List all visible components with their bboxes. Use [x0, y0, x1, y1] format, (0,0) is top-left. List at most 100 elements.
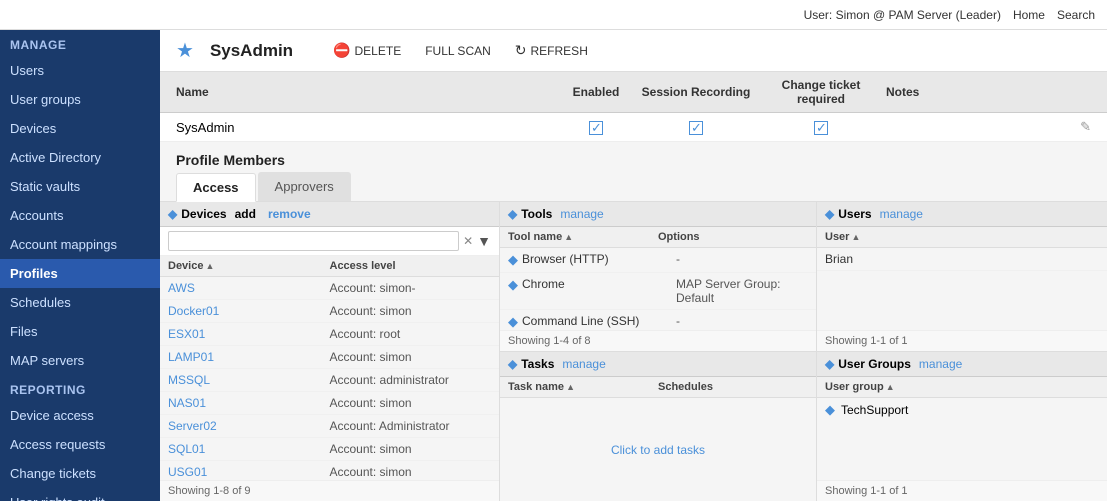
tool-chrome-options: MAP Server Group: Default	[676, 277, 808, 305]
refresh-button[interactable]: ↻ REFRESH	[511, 40, 592, 61]
col-name: Name	[176, 85, 556, 99]
user-groups-list: ◆ TechSupport	[817, 398, 1107, 480]
device-name-docker01[interactable]: Docker01	[168, 304, 330, 318]
user-groups-panel-header: ◆ User Groups manage	[817, 352, 1107, 377]
tools-manage-link[interactable]: manage	[560, 207, 603, 221]
device-name-esx01[interactable]: ESX01	[168, 327, 330, 341]
col-device[interactable]: Device ▲	[168, 260, 330, 272]
top-bar: User: Simon @ PAM Server (Leader) Home S…	[0, 0, 1107, 30]
user-row-brian: Brian	[817, 248, 1107, 271]
col-task-name[interactable]: Task name ▲	[508, 381, 658, 393]
tools-list: ◆ Browser (HTTP) - ◆ Chrome MAP Server G…	[500, 248, 816, 330]
tool-sort-icon: ▲	[564, 232, 573, 242]
enabled-checkbox[interactable]	[589, 121, 603, 135]
user-groups-title: User Groups	[838, 357, 911, 371]
tool-ssh-name: Command Line (SSH)	[522, 314, 672, 330]
users-manage-link[interactable]: manage	[880, 207, 923, 221]
device-name-mssql[interactable]: MSSQL	[168, 373, 330, 387]
full-scan-button[interactable]: FULL SCAN	[421, 42, 495, 60]
users-icon: ◆	[825, 207, 834, 221]
device-name-server02[interactable]: Server02	[168, 419, 330, 433]
sidebar-item-static-vaults[interactable]: Static vaults	[0, 172, 160, 201]
tab-approvers[interactable]: Approvers	[258, 172, 351, 201]
device-name-aws[interactable]: AWS	[168, 281, 330, 295]
device-name-nas01[interactable]: NAS01	[168, 396, 330, 410]
device-row-nas01: NAS01 Account: simon	[160, 392, 499, 415]
device-row-sql01: SQL01 Account: simon	[160, 438, 499, 461]
col-enabled: Enabled	[556, 85, 636, 99]
header-actions: ⛔ DELETE FULL SCAN ↻ REFRESH	[329, 40, 592, 61]
row-session	[636, 119, 756, 135]
user-group-sort-icon: ▲	[886, 382, 895, 392]
col-user-group[interactable]: User group ▲	[825, 381, 1099, 393]
user-groups-footer: Showing 1-1 of 1	[817, 480, 1107, 501]
sidebar-item-map-servers[interactable]: MAP servers	[0, 346, 160, 375]
tools-icon: ◆	[508, 207, 517, 221]
devices-panel: ◆ Devices add remove ✕ ▼ Device ▲	[160, 202, 500, 501]
col-access[interactable]: Access level	[330, 260, 492, 272]
device-access-nas01: Account: simon	[330, 396, 492, 410]
sysadmin-row: SysAdmin ✎	[160, 113, 1107, 142]
edit-icon[interactable]: ✎	[1080, 119, 1091, 135]
tool-chrome-name: Chrome	[522, 277, 672, 305]
row-enabled	[556, 119, 636, 135]
add-link[interactable]: add	[235, 207, 256, 221]
tool-browser-name: Browser (HTTP)	[522, 252, 672, 268]
sidebar-item-account-mappings[interactable]: Account mappings	[0, 230, 160, 259]
devices-panel-title: Devices	[181, 207, 226, 221]
device-access-server02: Account: Administrator	[330, 419, 492, 433]
col-options[interactable]: Options	[658, 231, 808, 243]
user-group-techsupport: TechSupport	[841, 403, 908, 417]
device-name-lamp01[interactable]: LAMP01	[168, 350, 330, 364]
remove-link[interactable]: remove	[268, 207, 311, 221]
sidebar-item-accounts[interactable]: Accounts	[0, 201, 160, 230]
sidebar-item-schedules[interactable]: Schedules	[0, 288, 160, 317]
tab-access[interactable]: Access	[176, 173, 256, 202]
device-name-sql01[interactable]: SQL01	[168, 442, 330, 456]
sidebar-item-devices[interactable]: Devices	[0, 114, 160, 143]
search-link[interactable]: Search	[1057, 8, 1095, 22]
user-groups-manage-link[interactable]: manage	[919, 357, 962, 371]
sidebar-item-change-tickets[interactable]: Change tickets	[0, 459, 160, 488]
sidebar-item-files[interactable]: Files	[0, 317, 160, 346]
devices-panel-header: ◆ Devices add remove	[160, 202, 499, 227]
device-access-usg01: Account: simon	[330, 465, 492, 479]
devices-list: AWS Account: simon- Docker01 Account: si…	[160, 277, 499, 480]
delete-button[interactable]: ⛔ DELETE	[329, 40, 405, 61]
col-tool-name[interactable]: Tool name ▲	[508, 231, 658, 243]
full-scan-label: FULL SCAN	[425, 44, 491, 58]
col-schedules[interactable]: Schedules	[658, 381, 808, 393]
home-link[interactable]: Home	[1013, 8, 1045, 22]
change-checkbox[interactable]	[814, 121, 828, 135]
users-list: Brian	[817, 248, 1107, 330]
reporting-section-label: Reporting	[0, 375, 160, 401]
col-user[interactable]: User ▲	[825, 231, 1099, 243]
star-icon[interactable]: ★	[176, 38, 194, 63]
click-to-add-tasks[interactable]: Click to add tasks	[591, 423, 725, 477]
device-name-usg01[interactable]: USG01	[168, 465, 330, 479]
col-session: Session Recording	[636, 85, 756, 99]
session-checkbox[interactable]	[689, 121, 703, 135]
sidebar-item-users[interactable]: Users	[0, 56, 160, 85]
col-options-label: Options	[658, 231, 700, 243]
device-search-input[interactable]	[168, 231, 459, 251]
tasks-manage-link[interactable]: manage	[562, 357, 605, 371]
sidebar-item-user-rights-audit[interactable]: User rights audit	[0, 488, 160, 501]
filter-icon[interactable]: ▼	[477, 233, 491, 249]
profile-header: ★ SysAdmin ⛔ DELETE FULL SCAN ↻ REFRESH	[160, 30, 1107, 72]
tasks-panel-header: ◆ Tasks manage	[500, 352, 816, 377]
device-access-docker01: Account: simon	[330, 304, 492, 318]
users-section: ◆ Users manage User ▲ Brian	[817, 202, 1107, 352]
right-panel: ◆ Users manage User ▲ Brian	[817, 202, 1107, 501]
tool-row-chrome: ◆ Chrome MAP Server Group: Default	[500, 273, 816, 310]
sidebar-item-access-requests[interactable]: Access requests	[0, 430, 160, 459]
sidebar-item-active-directory[interactable]: Active Directory	[0, 143, 160, 172]
tasks-empty: Click to add tasks	[500, 398, 816, 501]
profile-title: SysAdmin	[210, 41, 293, 61]
sidebar-item-device-access[interactable]: Device access	[0, 401, 160, 430]
tool-browser-options: -	[676, 252, 808, 268]
profile-members-header: Profile Members	[160, 142, 1107, 172]
search-clear-icon[interactable]: ✕	[463, 234, 473, 248]
sidebar-item-user-groups[interactable]: User groups	[0, 85, 160, 114]
sidebar-item-profiles[interactable]: Profiles	[0, 259, 160, 288]
